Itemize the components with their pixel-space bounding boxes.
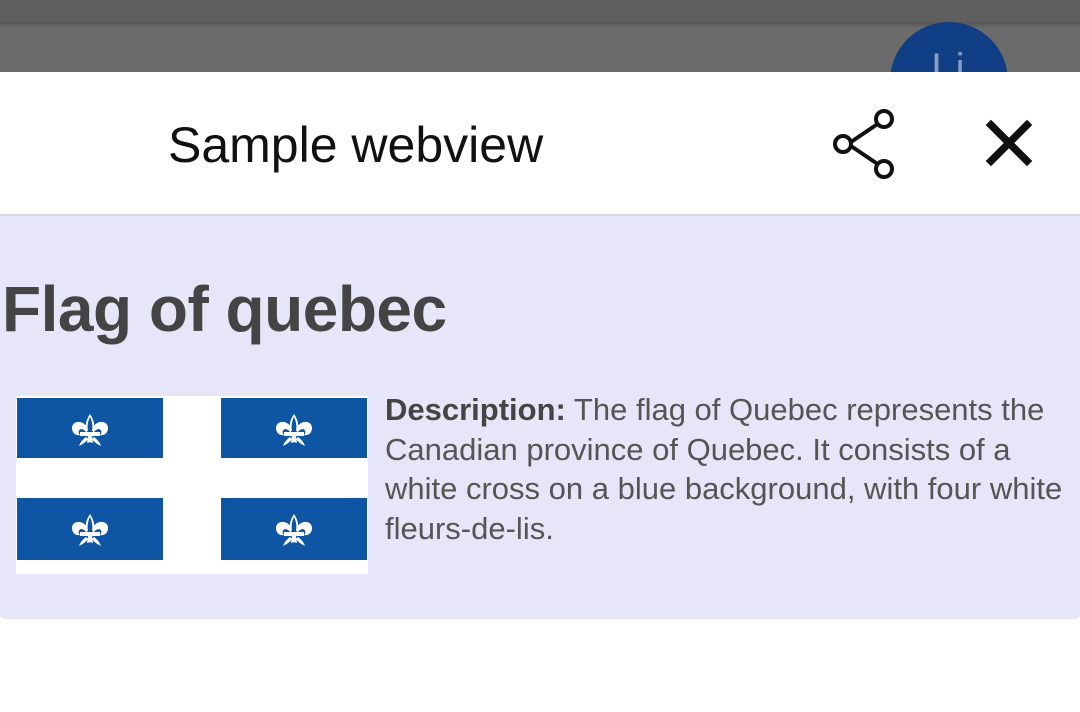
- webview-content: Flag of quebec Description: The flag of …: [0, 216, 1080, 618]
- article-title: Flag of quebec: [2, 273, 447, 345]
- app-bar-shadow: [0, 22, 1080, 28]
- sheet-header: Sample webview: [0, 72, 1080, 216]
- webview-bottom-sheet: Sample webview Flag of quebec Descriptio…: [0, 72, 1080, 712]
- share-button[interactable]: [826, 106, 902, 182]
- status-bar: [0, 0, 1080, 22]
- sheet-title: Sample webview: [168, 117, 544, 173]
- close-button[interactable]: [972, 106, 1046, 180]
- share-icon: [833, 109, 894, 179]
- article-description: Description: The flag of Quebec represen…: [385, 390, 1080, 548]
- close-icon: [985, 119, 1033, 167]
- quebec-flag-image: [16, 396, 368, 574]
- description-label: Description:: [385, 392, 566, 427]
